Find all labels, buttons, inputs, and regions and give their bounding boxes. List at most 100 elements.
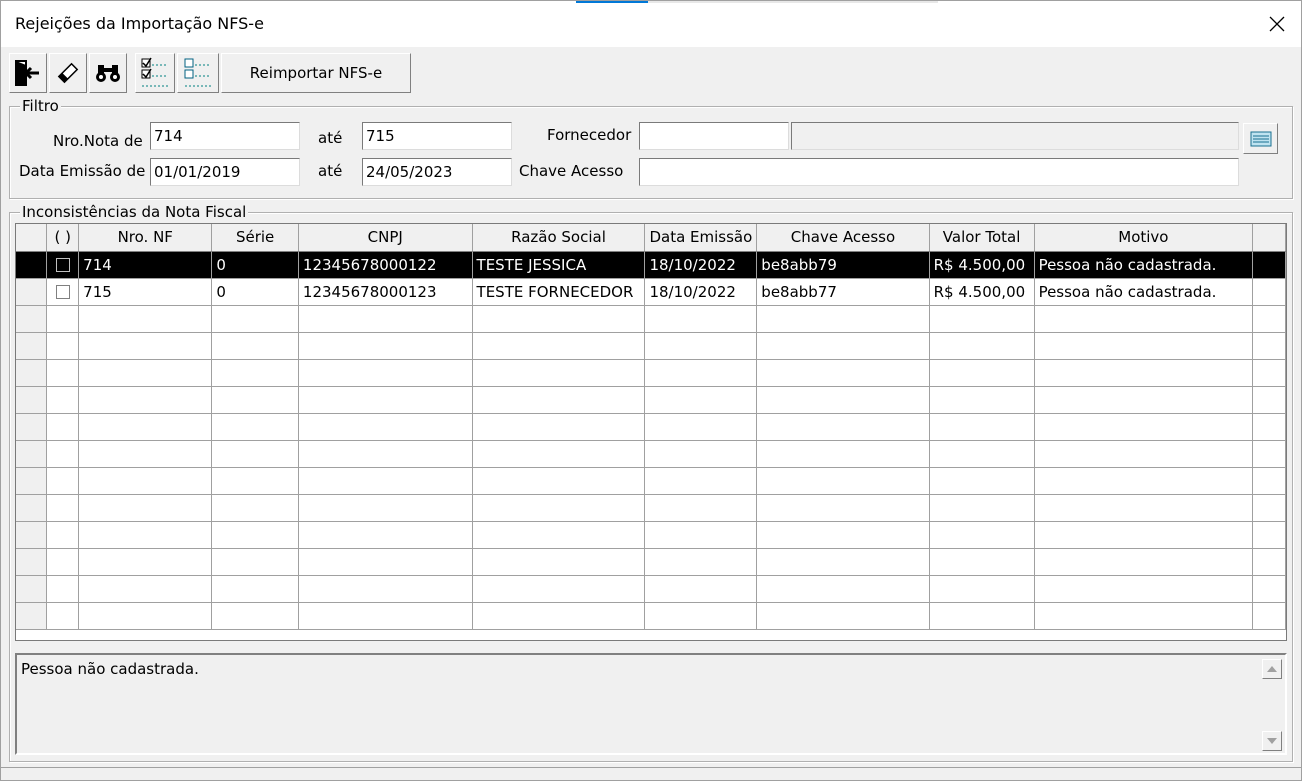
empty-cell bbox=[211, 413, 299, 441]
cell-chave-acesso[interactable]: be8abb79 bbox=[756, 251, 930, 279]
cell-motivo[interactable]: Pessoa não cadastrada. bbox=[1034, 278, 1254, 306]
empty-cell bbox=[211, 305, 299, 333]
reimport-button[interactable]: Reimportar NFS-e bbox=[221, 53, 411, 93]
check-all-button[interactable] bbox=[135, 53, 175, 93]
binoculars-icon bbox=[96, 65, 120, 82]
empty-cell bbox=[1252, 386, 1286, 414]
empty-cell bbox=[644, 332, 758, 360]
empty-cell bbox=[16, 440, 48, 468]
row-indicator[interactable] bbox=[16, 251, 48, 279]
row-checkbox-cell[interactable] bbox=[46, 251, 80, 279]
column-header-valor-total[interactable]: Valor Total bbox=[929, 224, 1035, 252]
fornecedor-lookup-button[interactable] bbox=[1243, 123, 1278, 154]
nro-nota-to-input[interactable]: 715 bbox=[362, 122, 512, 150]
cell-cnpj[interactable]: 12345678000122 bbox=[298, 251, 473, 279]
empty-cell bbox=[472, 521, 646, 549]
empty-cell bbox=[644, 602, 758, 630]
empty-cell bbox=[16, 548, 48, 576]
empty-cell bbox=[46, 548, 80, 576]
empty-table-row bbox=[16, 305, 1286, 333]
close-button[interactable] bbox=[1253, 1, 1301, 47]
data-from-input[interactable]: 01/01/2019 bbox=[150, 158, 300, 186]
column-header-data-emissao[interactable]: Data Emissão bbox=[644, 224, 758, 252]
empty-cell bbox=[756, 521, 930, 549]
chave-acesso-input[interactable] bbox=[639, 158, 1239, 186]
column-header-serie[interactable]: Série bbox=[211, 224, 299, 252]
exit-button[interactable] bbox=[9, 53, 47, 93]
cell-motivo[interactable]: Pessoa não cadastrada. bbox=[1034, 251, 1254, 279]
cell-chave-acesso[interactable]: be8abb77 bbox=[756, 278, 930, 306]
column-header-motivo[interactable]: Motivo bbox=[1034, 224, 1254, 252]
row-checkbox[interactable] bbox=[55, 258, 70, 272]
motivo-memo[interactable]: Pessoa não cadastrada. bbox=[15, 653, 1287, 755]
exit-door-icon bbox=[15, 60, 39, 86]
empty-cell bbox=[929, 602, 1035, 630]
row-checkbox[interactable] bbox=[55, 285, 70, 299]
empty-cell bbox=[78, 494, 213, 522]
cell-valor-total[interactable]: R$ 4.500,00 bbox=[929, 251, 1035, 279]
empty-cell bbox=[929, 359, 1035, 387]
cell-nro-nf[interactable]: 714 bbox=[78, 251, 213, 279]
empty-cell bbox=[298, 386, 473, 414]
cell-razao-social[interactable]: TESTE FORNECEDOR bbox=[472, 278, 646, 306]
column-header-filler bbox=[1252, 224, 1286, 252]
clear-button[interactable] bbox=[49, 53, 87, 93]
column-header-cnpj[interactable]: CNPJ bbox=[298, 224, 473, 252]
grid-table: ( ) Nro. NF Série CNPJ Razão Social Data… bbox=[16, 224, 1286, 630]
memo-scrollbar[interactable] bbox=[1259, 655, 1285, 753]
empty-cell bbox=[78, 386, 213, 414]
column-header-razao-social[interactable]: Razão Social bbox=[472, 224, 646, 252]
empty-cell bbox=[756, 386, 930, 414]
empty-cell bbox=[211, 467, 299, 495]
empty-cell bbox=[1252, 359, 1286, 387]
row-checkbox-cell[interactable] bbox=[46, 278, 80, 306]
table-row[interactable]: 715 0 12345678000123 TESTE FORNECEDOR 18… bbox=[16, 278, 1286, 306]
empty-cell bbox=[46, 575, 80, 603]
scroll-up-button[interactable] bbox=[1262, 659, 1282, 679]
chave-acesso-label: Chave Acesso bbox=[519, 162, 624, 180]
empty-cell bbox=[644, 494, 758, 522]
fornecedor-code-input[interactable] bbox=[639, 122, 789, 150]
nro-nota-from-input[interactable]: 714 bbox=[150, 122, 300, 150]
table-row[interactable]: 714 0 12345678000122 TESTE JESSICA 18/10… bbox=[16, 251, 1286, 279]
title-bar[interactable]: Rejeições da Importação NFS-e bbox=[1, 1, 1301, 47]
cell-nro-nf[interactable]: 715 bbox=[78, 278, 213, 306]
uncheck-all-button[interactable] bbox=[177, 53, 219, 93]
cell-serie[interactable]: 0 bbox=[211, 251, 299, 279]
empty-cell bbox=[46, 467, 80, 495]
column-header-nro-nf[interactable]: Nro. NF bbox=[78, 224, 213, 252]
dialog-window: Rejeições da Importação NFS-e Reimportar… bbox=[0, 0, 1302, 781]
empty-table-row bbox=[16, 575, 1286, 603]
empty-table-row bbox=[16, 548, 1286, 576]
empty-cell bbox=[644, 548, 758, 576]
window-title: Rejeições da Importação NFS-e bbox=[15, 14, 264, 33]
empty-cell bbox=[46, 332, 80, 360]
empty-table-row bbox=[16, 467, 1286, 495]
empty-cell bbox=[1034, 521, 1254, 549]
column-header-check[interactable]: ( ) bbox=[46, 224, 80, 252]
empty-cell bbox=[1034, 359, 1254, 387]
cell-razao-social[interactable]: TESTE JESSICA bbox=[472, 251, 646, 279]
scroll-down-button[interactable] bbox=[1262, 731, 1282, 751]
empty-cell bbox=[1252, 494, 1286, 522]
cell-serie[interactable]: 0 bbox=[211, 278, 299, 306]
reimport-label: Reimportar NFS-e bbox=[249, 64, 383, 82]
empty-cell bbox=[1034, 413, 1254, 441]
row-indicator[interactable] bbox=[16, 278, 48, 306]
empty-cell bbox=[472, 359, 646, 387]
cell-cnpj[interactable]: 12345678000123 bbox=[298, 278, 473, 306]
inconsistencias-grid[interactable]: ( ) Nro. NF Série CNPJ Razão Social Data… bbox=[15, 223, 1287, 641]
empty-table-row bbox=[16, 413, 1286, 441]
cell-data-emissao[interactable]: 18/10/2022 bbox=[644, 251, 758, 279]
empty-cell bbox=[1034, 332, 1254, 360]
data-to-input[interactable]: 24/05/2023 bbox=[362, 158, 512, 186]
empty-cell bbox=[756, 494, 930, 522]
empty-cell bbox=[1034, 548, 1254, 576]
cell-valor-total[interactable]: R$ 4.500,00 bbox=[929, 278, 1035, 306]
column-header-chave-acesso[interactable]: Chave Acesso bbox=[756, 224, 930, 252]
search-button[interactable] bbox=[89, 53, 127, 93]
empty-table-row bbox=[16, 602, 1286, 630]
empty-cell bbox=[16, 602, 48, 630]
cell-data-emissao[interactable]: 18/10/2022 bbox=[644, 278, 758, 306]
empty-cell bbox=[298, 413, 473, 441]
